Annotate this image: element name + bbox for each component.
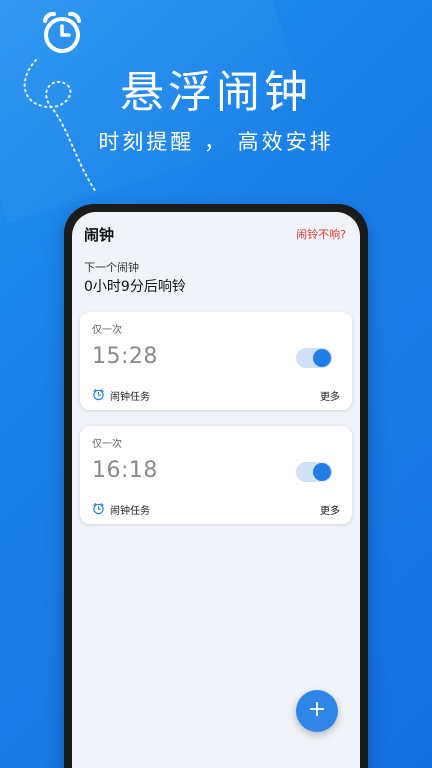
toggle-knob	[313, 463, 331, 481]
task-clock-icon	[93, 503, 104, 515]
alarm-card[interactable]: 仅一次 16:18 闹钟任务 更多	[80, 426, 352, 524]
alarm-more-button[interactable]: 更多	[320, 388, 340, 403]
task-clock-icon	[93, 389, 104, 401]
promo-subtitle: 时刻提醒 ， 高效安排	[98, 130, 334, 154]
alarm-more-button[interactable]: 更多	[320, 502, 340, 517]
app-title: 闹钟	[84, 226, 115, 244]
alarm-clock-icon	[43, 11, 81, 53]
alarm-time: 15:28	[92, 344, 158, 369]
alarm-repeat: 仅一次	[92, 325, 122, 336]
alarm-toggle[interactable]	[296, 462, 332, 482]
alarm-toggle[interactable]	[296, 348, 332, 368]
phone-screen: 闹钟 闹铃不响? 下一个闹钟 0小时9分后响铃 仅一次 15:28 闹钟任务 更…	[72, 212, 360, 768]
alarm-task-link[interactable]: 闹钟任务	[110, 388, 150, 403]
alarm-task-link[interactable]: 闹钟任务	[110, 502, 150, 517]
add-alarm-button[interactable]: +	[296, 690, 338, 732]
next-alarm-label: 下一个闹钟	[84, 261, 139, 274]
alarm-time: 16:18	[92, 458, 158, 483]
alarm-card[interactable]: 仅一次 15:28 闹钟任务 更多	[80, 312, 352, 410]
alarm-repeat: 仅一次	[92, 439, 122, 450]
alarm-not-ringing-link[interactable]: 闹铃不响?	[296, 226, 346, 242]
toggle-knob	[313, 349, 331, 367]
next-alarm-countdown: 0小时9分后响铃	[84, 279, 186, 295]
promo-title: 悬浮闹钟	[120, 67, 312, 118]
